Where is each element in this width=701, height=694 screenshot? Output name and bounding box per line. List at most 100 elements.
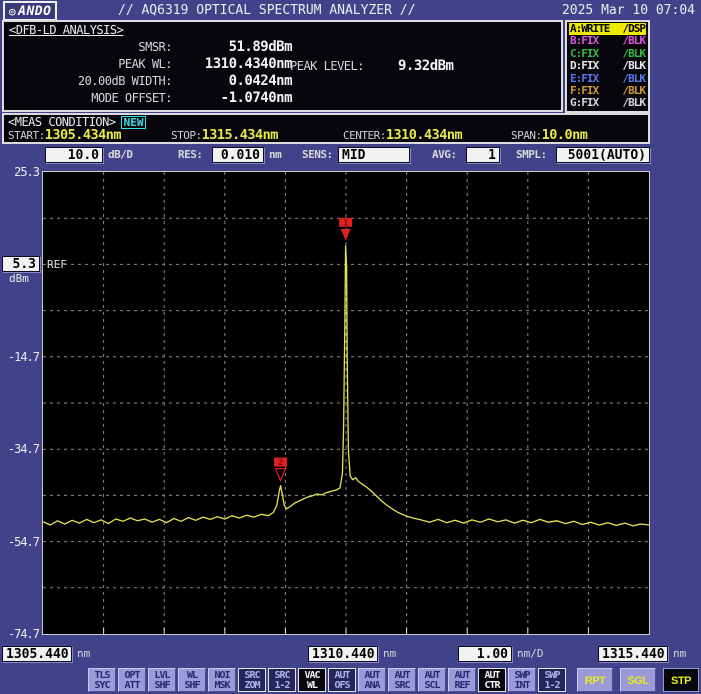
analysis-row-label: PEAK WL: xyxy=(4,57,172,71)
trace-row-b[interactable]: B:FIX/BLK xyxy=(569,35,646,47)
sampling-box[interactable]: 5001(AUTO) xyxy=(556,147,650,163)
meas-field-label: CENTER: xyxy=(343,129,386,142)
y-axis-label: -74.7 xyxy=(1,627,39,641)
analysis-panel-title: <DFB-LD ANALYSIS> xyxy=(9,23,123,37)
softkey-label-line2: ATT xyxy=(119,681,145,691)
osa-screen: ◎ANDO // AQ6319 OPTICAL SPECTRUM ANALYZE… xyxy=(0,0,701,694)
sweep-key-group: RPT SGL STP xyxy=(577,668,699,692)
x-axis-start-unit: nm xyxy=(77,645,90,663)
softkey-aut-ana[interactable]: AUTANA xyxy=(358,668,386,692)
resolution-unit: nm xyxy=(269,146,281,164)
analysis-row: MODE OFFSET:-1.0740nm xyxy=(4,90,304,107)
x-axis-stop-unit: nm xyxy=(673,645,686,663)
x-axis-scale-unit: nm/D xyxy=(517,645,544,663)
softkey-aut-ofs[interactable]: AUTOFS xyxy=(328,668,356,692)
level-scale-unit: dB/D xyxy=(108,146,133,164)
softkey-swp-int[interactable]: SWPINT xyxy=(508,668,536,692)
meas-field-value: 1315.434nm xyxy=(202,127,278,143)
sweep-key-rpt[interactable]: RPT xyxy=(577,668,613,692)
sensitivity-box[interactable]: MID xyxy=(338,147,410,163)
analysis-row-label: SMSR: xyxy=(4,40,172,54)
meas-field-label: SPAN: xyxy=(511,129,542,142)
meas-field-value: 1305.434nm xyxy=(45,127,121,143)
x-axis-center-box: 1310.440 xyxy=(308,646,378,662)
meas-field-label: START: xyxy=(8,129,45,142)
softkey-vac-wl[interactable]: VACWL xyxy=(298,668,326,692)
meas-field: SPAN:10.0nm xyxy=(511,127,587,143)
softkey-label-line2: 1-2 xyxy=(539,681,565,691)
peak-level-value: 9.32dBm xyxy=(398,58,454,74)
x-axis-start-box: 1305.440 xyxy=(2,646,72,662)
y-axis-label: 25.3 xyxy=(1,165,39,179)
peak-marker: 1 xyxy=(339,218,352,241)
meas-field: START:1305.434nm xyxy=(8,127,171,143)
softkey-label-line2: SHF xyxy=(149,681,175,691)
spectrum-plot: 12 xyxy=(42,171,650,635)
analysis-row-value: 1310.4340nm xyxy=(172,56,292,72)
meas-field: STOP:1315.434nm xyxy=(171,127,343,143)
ref-level-box[interactable]: 5.3 xyxy=(2,256,40,272)
trace-row-g[interactable]: G:FIX/BLK xyxy=(569,97,646,109)
x-axis-stop-box: 1315.440 xyxy=(598,646,668,662)
average-label: AVG: xyxy=(432,146,457,164)
softkey-label-line2: SCL xyxy=(419,681,445,691)
level-scale-box[interactable]: 10.0 xyxy=(45,147,103,163)
meas-field-value: 1310.434nm xyxy=(386,127,462,143)
meas-field-value: 10.0nm xyxy=(542,127,588,143)
softkey-label-line2: ANA xyxy=(359,681,385,691)
trace-mode: /BLK xyxy=(623,60,646,72)
sweep-key-sgl[interactable]: SGL xyxy=(620,668,656,692)
softkey-label-line2: CTR xyxy=(479,681,505,691)
softkey-label-line2: SRC xyxy=(389,681,415,691)
softkey-aut-ctr[interactable]: AUTCTR xyxy=(478,668,506,692)
y-axis-label: -34.7 xyxy=(1,442,39,456)
softkey-label-line2: OFS xyxy=(329,681,355,691)
trace-row-d[interactable]: D:FIX/BLK xyxy=(569,60,646,72)
sweep-key-stp[interactable]: STP xyxy=(663,668,699,692)
analysis-row-label: 20.00dB WIDTH: xyxy=(4,74,172,88)
softkey-src-1-2[interactable]: SRC1-2 xyxy=(268,668,296,692)
meas-field: CENTER:1310.434nm xyxy=(343,127,511,143)
sampling-label: SMPL: xyxy=(516,146,547,164)
trace-name: G:FIX xyxy=(570,97,598,109)
softkey-swp-1-2[interactable]: SWP1-2 xyxy=(538,668,566,692)
ref-line-label: REF xyxy=(47,258,67,271)
softkey-aut-scl[interactable]: AUTSCL xyxy=(418,668,446,692)
softkey-toolbar: TLSSYCOPTATTLVLSHFWLSHFNOIMSKSRCZOMSRC1-… xyxy=(88,668,566,692)
softkey-src-zom[interactable]: SRCZOM xyxy=(238,668,266,692)
softkey-noi-msk[interactable]: NOIMSK xyxy=(208,668,236,692)
ando-logo-icon: ◎ xyxy=(9,5,16,18)
trace-status-panel: A:WRITE/DSPB:FIX/BLKC:FIX/BLKD:FIX/BLKE:… xyxy=(565,20,650,113)
spectrum-plot-svg: 12 xyxy=(43,172,649,634)
softkey-label-line2: MSK xyxy=(209,681,235,691)
resolution-label: RES: xyxy=(178,146,203,164)
softkey-label-line2: SHF xyxy=(179,681,205,691)
sensitivity-label: SENS: xyxy=(302,146,333,164)
average-box[interactable]: 1 xyxy=(466,147,500,163)
analysis-row: SMSR:51.89dBm xyxy=(4,39,304,56)
softkey-label-line2: SYC xyxy=(89,681,115,691)
softkey-label-line2: ZOM xyxy=(239,681,265,691)
y-axis-label: -54.7 xyxy=(1,535,39,549)
window-title: // AQ6319 OPTICAL SPECTRUM ANALYZER // xyxy=(118,3,415,18)
softkey-tls-syc[interactable]: TLSSYC xyxy=(88,668,116,692)
meas-field-label: STOP: xyxy=(171,129,202,142)
analysis-row-value: -1.0740nm xyxy=(172,90,292,106)
svg-text:2: 2 xyxy=(278,458,283,467)
softkey-opt-att[interactable]: OPTATT xyxy=(118,668,146,692)
trace-mode: /BLK xyxy=(623,35,646,47)
analysis-row: 20.00dB WIDTH:0.0424nm xyxy=(4,73,304,90)
datetime-display: 2025 Mar 10 07:04 xyxy=(562,3,695,18)
trace-mode: /BLK xyxy=(623,97,646,109)
meas-condition-fields: START:1305.434nmSTOP:1315.434nmCENTER:13… xyxy=(8,127,587,143)
softkey-label-line2: 1-2 xyxy=(269,681,295,691)
trace-name: D:FIX xyxy=(570,60,598,72)
softkey-label-line2: INT xyxy=(509,681,535,691)
ando-logo: ◎ANDO xyxy=(3,1,57,21)
dfb-ld-analysis-panel: <DFB-LD ANALYSIS> SMSR:51.89dBmPEAK WL:1… xyxy=(2,20,563,112)
softkey-aut-src[interactable]: AUTSRC xyxy=(388,668,416,692)
softkey-wl-shf[interactable]: WLSHF xyxy=(178,668,206,692)
softkey-aut-ref[interactable]: AUTREF xyxy=(448,668,476,692)
resolution-box[interactable]: 0.010 xyxy=(212,147,264,163)
softkey-lvl-shf[interactable]: LVLSHF xyxy=(148,668,176,692)
